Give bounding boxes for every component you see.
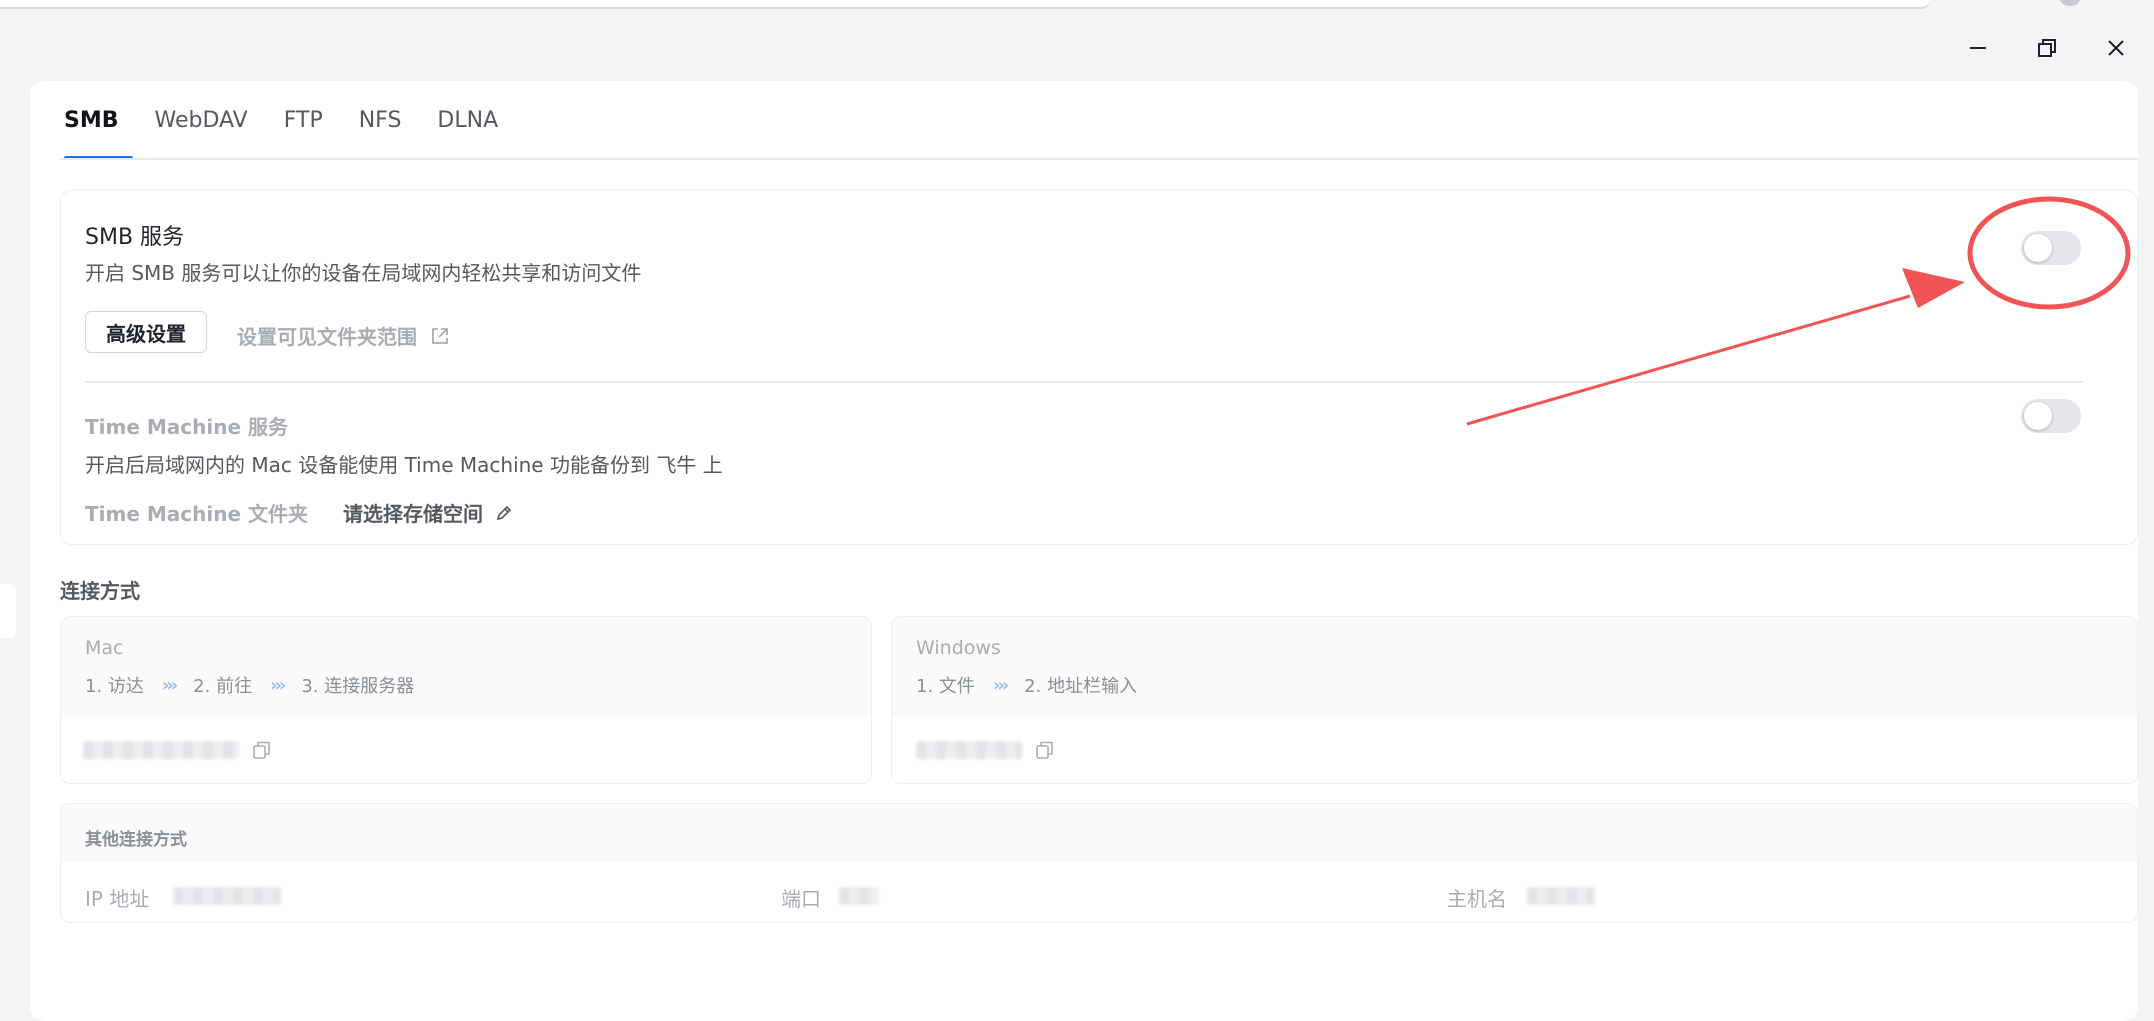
mac-step-1: 1. 访达 xyxy=(85,676,144,697)
tab-ftp[interactable]: FTP xyxy=(266,81,341,159)
toggle-knob xyxy=(2024,402,2052,430)
windows-os-label: Windows xyxy=(916,637,1001,659)
step-chevron-icon: ››› xyxy=(161,674,178,696)
restore-icon xyxy=(2038,39,2056,57)
step-chevron-icon: ››› xyxy=(992,674,1009,696)
other-connection-methods: 其他连接方式 IP 地址 端口 主机名 xyxy=(60,803,2138,923)
ip-address-redacted xyxy=(173,887,281,905)
mac-os-label: Mac xyxy=(85,637,124,659)
external-link-icon xyxy=(432,327,448,344)
smb-service-description: 开启 SMB 服务可以让你的设备在局域网内轻松共享和访问文件 xyxy=(85,261,642,285)
mac-connection-header xyxy=(61,617,871,717)
tab-dlna[interactable]: DLNA xyxy=(419,81,516,159)
mac-smb-address-redacted xyxy=(83,741,239,759)
tabs-divider xyxy=(60,158,2138,160)
file-sharing-panel: SMB WebDAV FTP NFS DLNA SMB 服务 开启 SMB 服务… xyxy=(30,81,2138,1021)
windows-connection-card: Windows 1. 文件 ››› 2. 地址栏输入 xyxy=(891,616,2138,784)
time-machine-folder-value: 请选择存储空间 xyxy=(343,502,483,526)
visible-folder-range-link[interactable]: 设置可见文件夹范围 xyxy=(237,321,451,350)
step-chevron-icon: ››› xyxy=(270,674,286,696)
port-label: 端口 xyxy=(781,887,821,911)
time-machine-description: 开启后局域网内的 Mac 设备能使用 Time Machine 功能备份到 飞牛… xyxy=(85,453,723,477)
time-machine-title: Time Machine 服务 xyxy=(85,415,288,439)
smb-service-title: SMB 服务 xyxy=(85,225,185,250)
smb-service-toggle[interactable] xyxy=(2021,231,2081,265)
copy-icon[interactable] xyxy=(1034,739,1056,761)
ip-address-label: IP 地址 xyxy=(85,887,150,911)
protocol-tabs: SMB WebDAV FTP NFS DLNA xyxy=(30,81,2138,160)
tab-smb[interactable]: SMB xyxy=(30,81,137,160)
other-connection-heading: 其他连接方式 xyxy=(85,830,187,850)
windows-connection-header xyxy=(892,617,2137,717)
mac-connection-steps: 1. 访达 ››› 2. 前往 ››› 3. 连接服务器 xyxy=(85,672,414,698)
connection-methods-heading: 连接方式 xyxy=(60,579,140,603)
windows-step-2: 2. 地址栏输入 xyxy=(1024,676,1138,697)
copy-icon[interactable] xyxy=(251,739,273,761)
hostname-redacted xyxy=(1527,887,1595,905)
visible-folder-range-label: 设置可见文件夹范围 xyxy=(237,325,417,349)
section-divider xyxy=(85,381,2085,383)
other-connection-header xyxy=(61,804,2137,862)
hostname-label: 主机名 xyxy=(1447,887,1507,911)
time-machine-folder-label: Time Machine 文件夹 xyxy=(85,502,308,526)
close-icon xyxy=(2108,40,2124,56)
edit-pencil-icon xyxy=(496,505,512,520)
select-storage-space-link[interactable]: 请选择存储空间 xyxy=(343,498,513,527)
sidebar-collapse-handle[interactable] xyxy=(0,584,16,638)
windows-connection-steps: 1. 文件 ››› 2. 地址栏输入 xyxy=(916,672,1137,698)
minimize-icon xyxy=(1970,47,1986,49)
tab-nfs[interactable]: NFS xyxy=(341,81,420,159)
mac-step-3: 3. 连接服务器 xyxy=(301,676,415,697)
close-button[interactable] xyxy=(2096,32,2136,64)
windows-smb-address-redacted xyxy=(916,741,1022,759)
windows-step-1: 1. 文件 xyxy=(916,676,975,697)
restore-button[interactable] xyxy=(2027,32,2067,64)
browser-avatar-icon[interactable] xyxy=(2060,0,2080,6)
tab-webdav[interactable]: WebDAV xyxy=(137,81,266,159)
mac-connection-card: Mac 1. 访达 ››› 2. 前往 ››› 3. 连接服务器 xyxy=(60,616,872,784)
port-redacted xyxy=(839,887,879,905)
advanced-settings-button[interactable]: 高级设置 xyxy=(85,311,207,353)
smb-service-section: SMB 服务 开启 SMB 服务可以让你的设备在局域网内轻松共享和访问文件 高级… xyxy=(60,190,2138,545)
toggle-knob xyxy=(2024,234,2052,262)
browser-address-strip xyxy=(0,0,1930,9)
time-machine-toggle[interactable] xyxy=(2021,399,2081,433)
mac-step-2: 2. 前往 xyxy=(193,676,253,697)
minimize-button[interactable] xyxy=(1958,32,1998,64)
